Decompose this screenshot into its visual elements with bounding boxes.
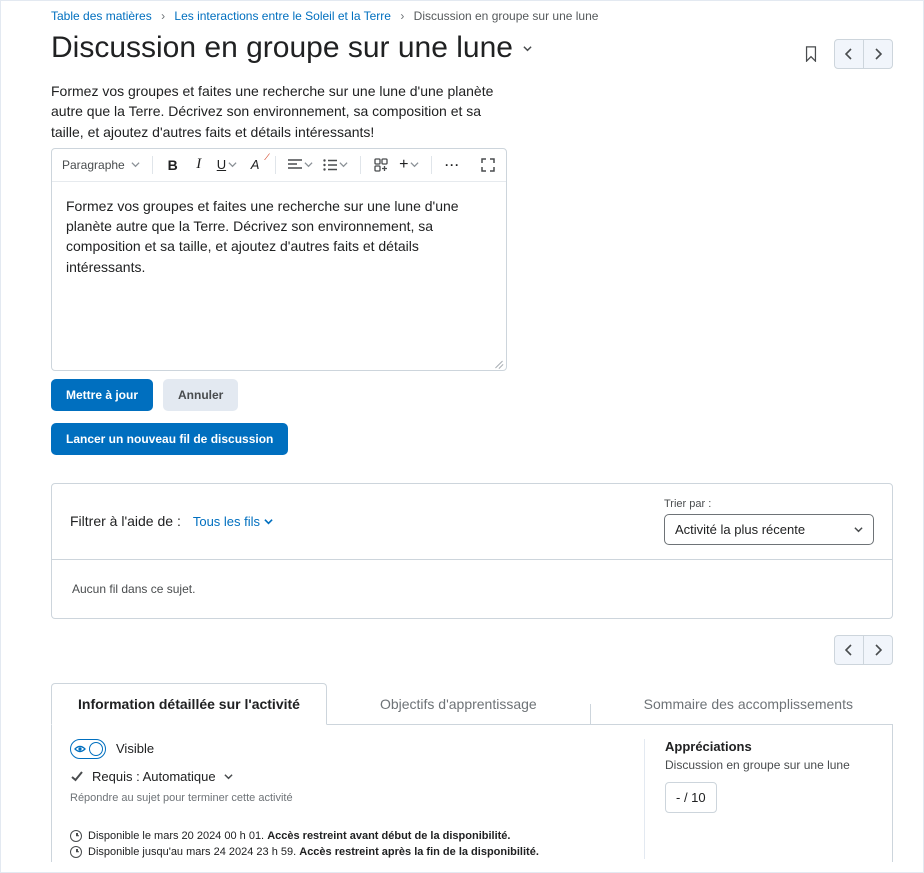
eye-icon: [74, 743, 86, 758]
bookmark-icon[interactable]: [804, 46, 818, 62]
breadcrumb-current: Discussion en groupe sur une lune: [414, 9, 599, 23]
pager-bottom: [834, 635, 893, 665]
toolbar-separator: [275, 156, 276, 174]
filter-all-threads[interactable]: Tous les fils: [193, 514, 273, 529]
new-thread-button[interactable]: Lancer un nouveau fil de discussion: [51, 423, 288, 455]
paragraph-style-label: Paragraphe: [62, 158, 125, 172]
availability-start-date: Disponible le mars 20 2024 00 h 01.: [88, 830, 264, 842]
insert-stuff-button[interactable]: [369, 153, 393, 177]
bold-button[interactable]: B: [161, 153, 185, 177]
clock-icon: [70, 846, 82, 858]
required-selector[interactable]: Requis : Automatique: [70, 769, 644, 784]
visibility-toggle[interactable]: [70, 739, 106, 759]
pager-top: [834, 39, 893, 69]
chevron-down-icon: [339, 160, 348, 169]
chevron-down-icon: [228, 160, 237, 169]
toolbar-separator: [360, 156, 361, 174]
filter-link-text: Tous les fils: [193, 514, 260, 529]
chevron-left-icon: [845, 644, 853, 656]
check-icon: [70, 769, 84, 783]
align-button[interactable]: [284, 153, 317, 177]
page-title: Discussion en groupe sur une lune: [51, 31, 532, 65]
resize-handle[interactable]: [492, 356, 504, 368]
cancel-button[interactable]: Annuler: [163, 379, 238, 411]
chevron-down-icon: [304, 160, 313, 169]
assessments-header: Appréciations: [665, 739, 874, 754]
chevron-down-icon: [854, 525, 863, 534]
required-label: Requis : Automatique: [92, 769, 216, 784]
score-display: - / 10: [665, 782, 717, 813]
toolbar-separator: [431, 156, 432, 174]
fullscreen-button[interactable]: [476, 153, 500, 177]
fullscreen-icon: [481, 158, 495, 172]
breadcrumb-link-unit[interactable]: Les interactions entre le Soleil et la T…: [174, 9, 391, 23]
availability-start-restriction: Accès restreint avant début de la dispon…: [267, 830, 510, 842]
more-actions-button[interactable]: ···: [440, 153, 464, 177]
visibility-label: Visible: [116, 741, 154, 756]
chevron-right-icon: [874, 644, 882, 656]
completion-hint: Répondre au sujet pour terminer cette ac…: [70, 792, 644, 804]
chevron-down-icon: [131, 160, 140, 169]
tab-activity-details[interactable]: Information détaillée sur l'activité: [51, 683, 327, 725]
paragraph-style-select[interactable]: Paragraphe: [58, 153, 144, 177]
breadcrumb: Table des matières › Les interactions en…: [51, 9, 893, 23]
sort-label: Trier par :: [664, 498, 874, 510]
tabs: Information détaillée sur l'activité Obj…: [51, 683, 893, 725]
availability-end: Disponible jusqu'au mars 24 2024 23 h 59…: [70, 846, 644, 858]
chevron-left-icon: [845, 48, 853, 60]
chevron-right-icon: [874, 48, 882, 60]
sort-select[interactable]: Activité la plus récente: [664, 514, 874, 545]
breadcrumb-sep: ›: [400, 9, 404, 23]
next-button[interactable]: [863, 39, 893, 69]
page-title-text: Discussion en groupe sur une lune: [51, 31, 513, 65]
availability-end-restriction: Accès restreint après la fin de la dispo…: [299, 846, 539, 858]
chevron-down-icon: [224, 772, 233, 781]
chevron-down-icon: [264, 517, 273, 526]
tab-learning-objectives[interactable]: Objectifs d'apprentissage: [354, 684, 563, 724]
list-icon: [323, 159, 337, 171]
next-button[interactable]: [863, 635, 893, 665]
clear-format-button[interactable]: A⁄: [243, 153, 267, 177]
availability-start: Disponible le mars 20 2024 00 h 01. Accè…: [70, 830, 644, 842]
prev-button[interactable]: [834, 39, 864, 69]
availability-end-date: Disponible jusqu'au mars 24 2024 23 h 59…: [88, 846, 296, 858]
assessment-name: Discussion en groupe sur une lune: [665, 758, 874, 772]
filter-bar: Filtrer à l'aide de : Tous les fils Trie…: [51, 483, 893, 560]
toolbar-separator: [152, 156, 153, 174]
align-icon: [288, 159, 302, 171]
chevron-down-icon: [410, 160, 419, 169]
intro-text: Formez vos groupes et faites une recherc…: [51, 81, 511, 142]
update-button[interactable]: Mettre à jour: [51, 379, 153, 411]
underline-button[interactable]: U: [213, 153, 241, 177]
prev-button[interactable]: [834, 635, 864, 665]
insert-stuff-icon: [374, 158, 388, 172]
insert-more-button[interactable]: +: [395, 153, 423, 177]
activity-details-panel: Visible Requis : Automatique Répondre au…: [51, 725, 893, 862]
editor-toolbar: Paragraphe B I U A⁄ +: [52, 149, 506, 182]
tab-divider: [590, 704, 591, 724]
sort-value: Activité la plus récente: [675, 522, 805, 537]
tab-completion-summary[interactable]: Sommaire des accomplissements: [618, 684, 893, 724]
rich-text-editor: Paragraphe B I U A⁄ +: [51, 148, 507, 371]
toggle-knob: [89, 742, 103, 756]
title-menu-toggle[interactable]: [523, 40, 532, 56]
breadcrumb-link-toc[interactable]: Table des matières: [51, 9, 152, 23]
italic-button[interactable]: I: [187, 153, 211, 177]
breadcrumb-sep: ›: [161, 9, 165, 23]
list-button[interactable]: [319, 153, 352, 177]
editor-body[interactable]: Formez vos groupes et faites une recherc…: [52, 182, 506, 370]
filter-label: Filtrer à l'aide de :: [70, 513, 181, 529]
threads-empty-state: Aucun fil dans ce sujet.: [51, 560, 893, 619]
clock-icon: [70, 830, 82, 842]
chevron-down-icon: [523, 44, 532, 53]
